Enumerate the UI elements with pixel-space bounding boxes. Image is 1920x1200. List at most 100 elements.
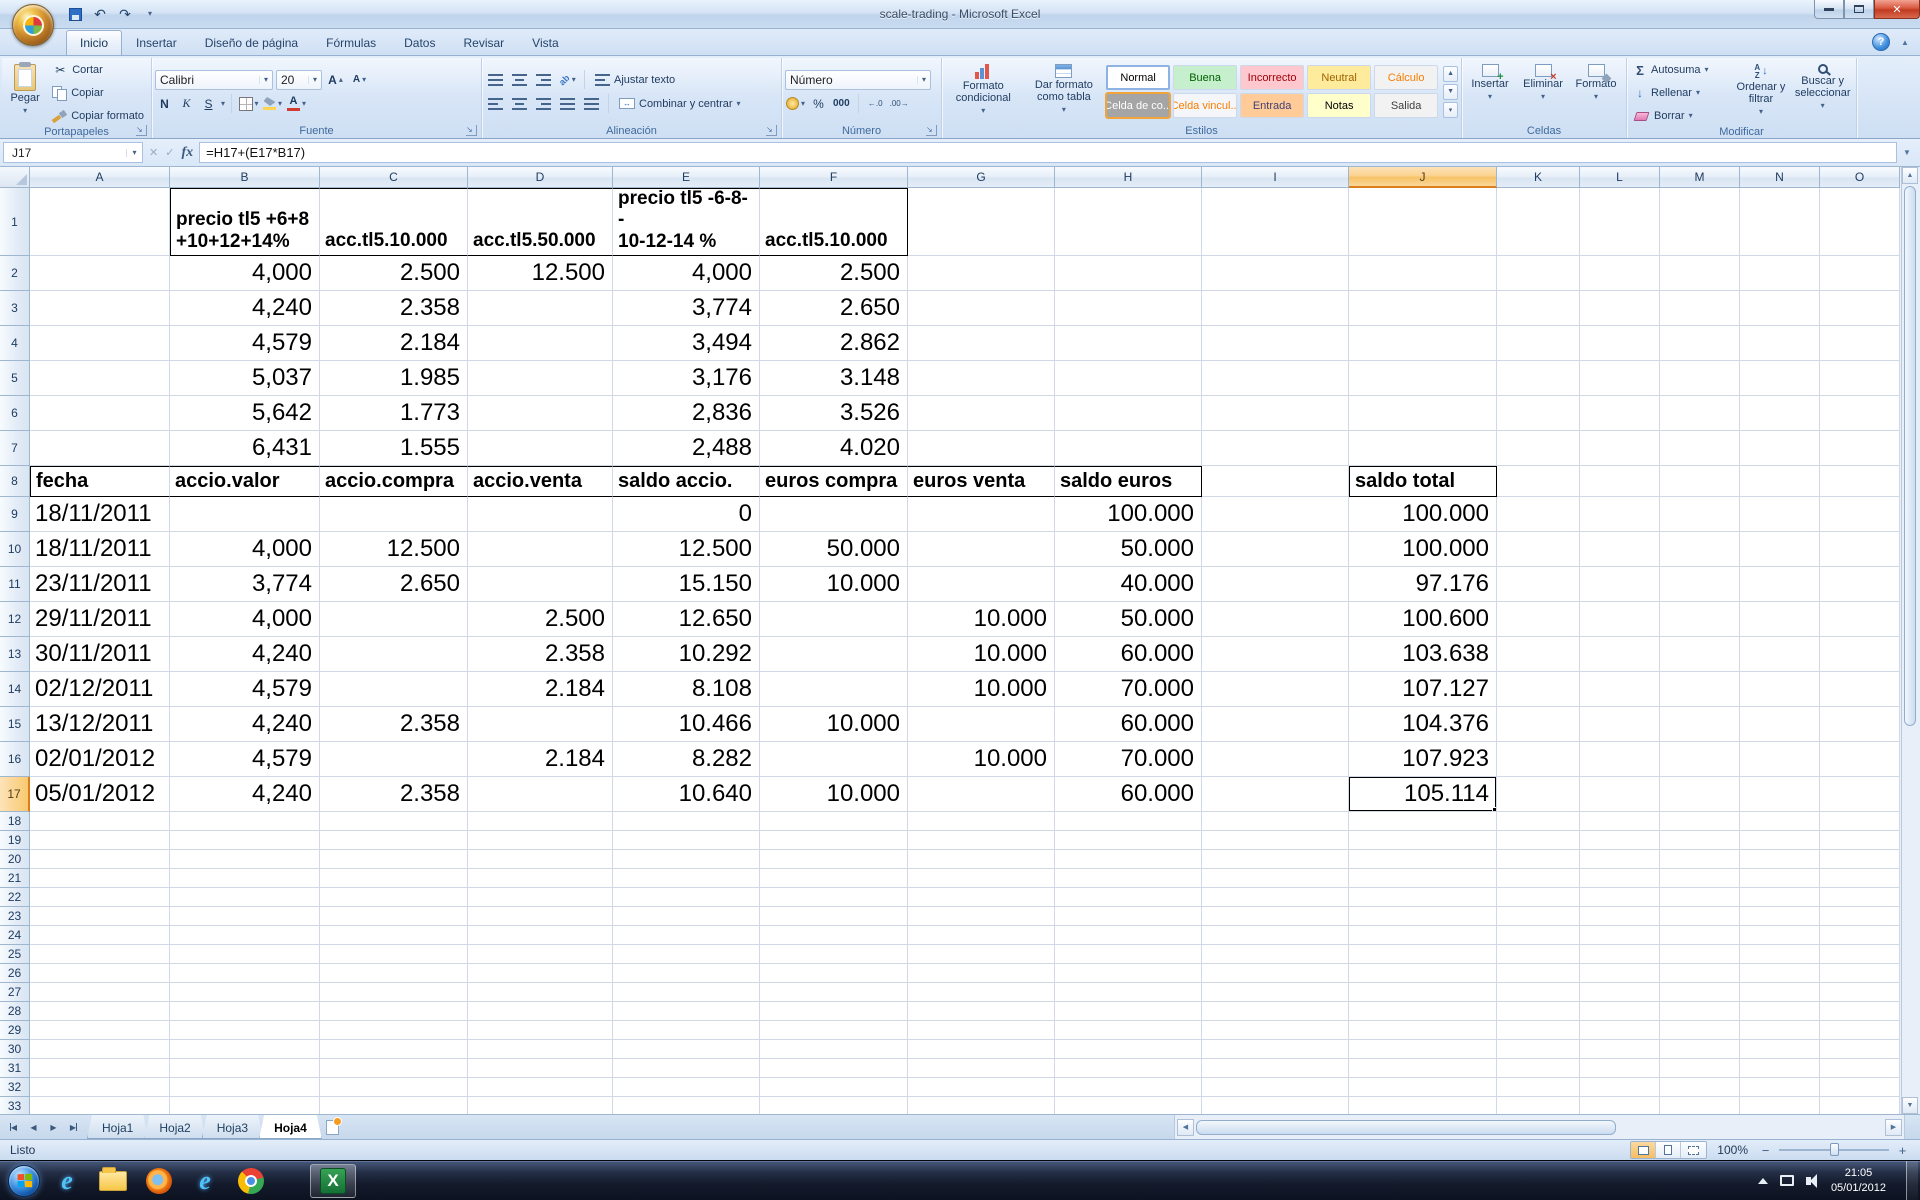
cell-N2[interactable]	[1740, 256, 1820, 291]
taskbar-item-internet-explorer[interactable]: e	[52, 1165, 82, 1197]
cell-I2[interactable]	[1202, 256, 1349, 291]
cell-B26[interactable]	[170, 964, 320, 983]
cell-A8[interactable]: fecha	[30, 466, 170, 497]
number-dialog-launcher[interactable]: ↘	[926, 125, 937, 136]
cell-O13[interactable]	[1820, 637, 1900, 672]
network-icon[interactable]	[1780, 1175, 1794, 1186]
cell-F7[interactable]: 4.020	[760, 431, 908, 466]
cell-E2[interactable]: 4,000	[613, 256, 760, 291]
cell-F19[interactable]	[760, 831, 908, 850]
cell-O8[interactable]	[1820, 466, 1900, 497]
cell-N23[interactable]	[1740, 907, 1820, 926]
cell-C24[interactable]	[320, 926, 468, 945]
enter-icon[interactable]: ✓	[165, 146, 174, 159]
cell-M31[interactable]	[1660, 1059, 1740, 1078]
cell-E6[interactable]: 2,836	[613, 396, 760, 431]
cell-B6[interactable]: 5,642	[170, 396, 320, 431]
cell-O12[interactable]	[1820, 602, 1900, 637]
cell-H30[interactable]	[1055, 1040, 1202, 1059]
cell-C25[interactable]	[320, 945, 468, 964]
cell-F6[interactable]: 3.526	[760, 396, 908, 431]
style-chip-entrada[interactable]: Entrada	[1240, 93, 1304, 118]
cell-D8[interactable]: accio.venta	[468, 466, 613, 497]
cell-F22[interactable]	[760, 888, 908, 907]
cell-H8[interactable]: saldo euros	[1055, 466, 1202, 497]
first-sheet-button[interactable]: ◀	[4, 1118, 23, 1137]
cell-G11[interactable]	[908, 567, 1055, 602]
cell-C20[interactable]	[320, 850, 468, 869]
cell-J33[interactable]	[1349, 1097, 1497, 1114]
cell-B5[interactable]: 5,037	[170, 361, 320, 396]
align-middle-button[interactable]	[509, 70, 530, 90]
cell-A22[interactable]	[30, 888, 170, 907]
cell-E21[interactable]	[613, 869, 760, 888]
cell-D11[interactable]	[468, 567, 613, 602]
cell-H27[interactable]	[1055, 983, 1202, 1002]
undo-button[interactable]: ↶	[89, 4, 111, 24]
cell-G27[interactable]	[908, 983, 1055, 1002]
cell-M19[interactable]	[1660, 831, 1740, 850]
row-header-12[interactable]: 12	[0, 602, 30, 637]
cell-H33[interactable]	[1055, 1097, 1202, 1114]
cell-B13[interactable]: 4,240	[170, 637, 320, 672]
cell-D20[interactable]	[468, 850, 613, 869]
cell-J23[interactable]	[1349, 907, 1497, 926]
cell-H23[interactable]	[1055, 907, 1202, 926]
cell-K21[interactable]	[1497, 869, 1580, 888]
cell-O29[interactable]	[1820, 1021, 1900, 1040]
cell-C7[interactable]: 1.555	[320, 431, 468, 466]
cell-D22[interactable]	[468, 888, 613, 907]
cell-O22[interactable]	[1820, 888, 1900, 907]
cell-A29[interactable]	[30, 1021, 170, 1040]
cell-H16[interactable]: 70.000	[1055, 742, 1202, 777]
row-header-17[interactable]: 17	[0, 777, 30, 812]
cell-F27[interactable]	[760, 983, 908, 1002]
cell-H32[interactable]	[1055, 1078, 1202, 1097]
cell-I13[interactable]	[1202, 637, 1349, 672]
style-chip-salida[interactable]: Salida	[1374, 93, 1438, 118]
row-header-6[interactable]: 6	[0, 396, 30, 431]
cell-O1[interactable]	[1820, 188, 1900, 256]
cell-K20[interactable]	[1497, 850, 1580, 869]
volume-icon[interactable]	[1806, 1177, 1811, 1185]
cell-I14[interactable]	[1202, 672, 1349, 707]
cell-H7[interactable]	[1055, 431, 1202, 466]
cell-J9[interactable]: 100.000	[1349, 497, 1497, 532]
cell-M16[interactable]	[1660, 742, 1740, 777]
cell-L28[interactable]	[1580, 1002, 1660, 1021]
cell-A7[interactable]	[30, 431, 170, 466]
cell-K25[interactable]	[1497, 945, 1580, 964]
cell-H6[interactable]	[1055, 396, 1202, 431]
cell-O14[interactable]	[1820, 672, 1900, 707]
cell-B25[interactable]	[170, 945, 320, 964]
cell-L23[interactable]	[1580, 907, 1660, 926]
cell-G14[interactable]: 10.000	[908, 672, 1055, 707]
cell-G20[interactable]	[908, 850, 1055, 869]
cell-B27[interactable]	[170, 983, 320, 1002]
column-header-K[interactable]: K	[1497, 167, 1580, 188]
row-header-25[interactable]: 25	[0, 945, 30, 964]
scroll-down-button[interactable]: ▼	[1902, 1097, 1918, 1114]
cell-J7[interactable]	[1349, 431, 1497, 466]
cell-E19[interactable]	[613, 831, 760, 850]
cell-C3[interactable]: 2.358	[320, 291, 468, 326]
cell-A13[interactable]: 30/11/2011	[30, 637, 170, 672]
cell-G10[interactable]	[908, 532, 1055, 567]
cell-K27[interactable]	[1497, 983, 1580, 1002]
insert-function-button[interactable]: fx	[181, 145, 193, 161]
cell-L13[interactable]	[1580, 637, 1660, 672]
tab-revisar[interactable]: Revisar	[449, 30, 518, 55]
cell-J29[interactable]	[1349, 1021, 1497, 1040]
style-chip-celda-de-co[interactable]: Celda de co...	[1106, 93, 1170, 118]
cell-M21[interactable]	[1660, 869, 1740, 888]
cell-L30[interactable]	[1580, 1040, 1660, 1059]
cell-K29[interactable]	[1497, 1021, 1580, 1040]
cell-N27[interactable]	[1740, 983, 1820, 1002]
cell-E29[interactable]	[613, 1021, 760, 1040]
cell-C26[interactable]	[320, 964, 468, 983]
cell-M15[interactable]	[1660, 707, 1740, 742]
cell-L26[interactable]	[1580, 964, 1660, 983]
orientation-button[interactable]: ab▾	[557, 70, 578, 90]
gallery-more-button[interactable]: ▾	[1443, 102, 1458, 118]
cell-O7[interactable]	[1820, 431, 1900, 466]
